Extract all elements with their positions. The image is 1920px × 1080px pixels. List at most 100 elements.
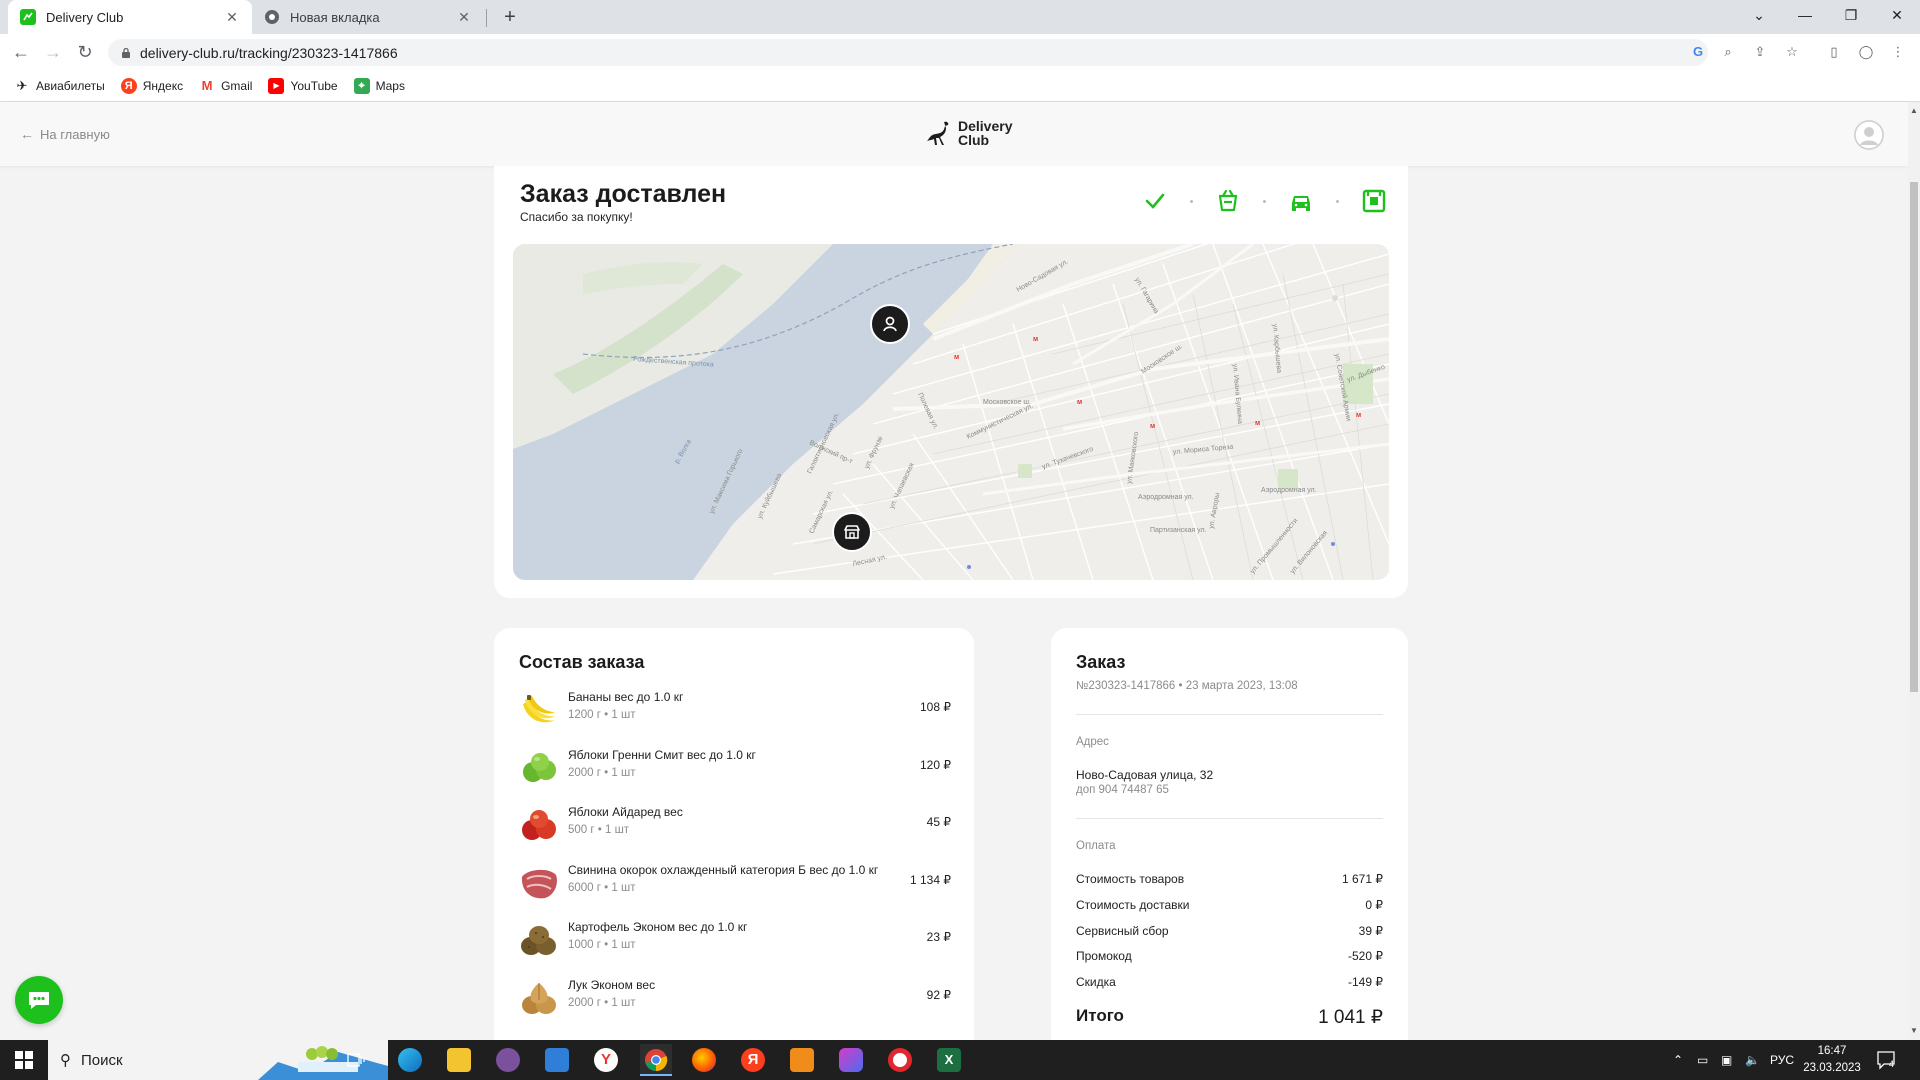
- edge-browser-icon[interactable]: [398, 1048, 422, 1072]
- office-app-icon[interactable]: [839, 1048, 863, 1072]
- input-language[interactable]: РУС: [1770, 1040, 1794, 1080]
- zoom-icon[interactable]: ⌕: [1718, 42, 1738, 62]
- bookmark-star-icon[interactable]: ☆: [1782, 42, 1802, 62]
- payment-row-value: 39 ₽: [1358, 924, 1383, 938]
- chrome-taskbar-button[interactable]: [640, 1044, 672, 1076]
- notification-count: 4: [1889, 1059, 1895, 1069]
- car-icon: [1286, 186, 1316, 216]
- firefox-icon[interactable]: [692, 1048, 716, 1072]
- share-icon[interactable]: ⇪: [1750, 42, 1770, 62]
- svg-text:Аэродромная ул.: Аэродромная ул.: [1261, 487, 1317, 494]
- item-price: 45 ₽: [926, 815, 951, 829]
- payment-row-value: -149 ₽: [1348, 975, 1383, 989]
- payment-row-value: -520 ₽: [1348, 949, 1383, 963]
- bookmark-aviabilety[interactable]: ✈ Авиабилеты: [14, 78, 105, 94]
- order-status-card: Заказ доставлен Спасибо за покупку! м м …: [494, 166, 1408, 598]
- sublime-like-app-icon[interactable]: [790, 1048, 814, 1072]
- item-meta: 2000 г • 1 шт: [568, 996, 636, 1009]
- opera-icon[interactable]: [888, 1048, 912, 1072]
- tray-display-icon[interactable]: ▣: [1721, 1040, 1732, 1080]
- delivery-address-extra: доп 904 74487 65: [1076, 784, 1169, 796]
- item-name: Свинина окорок охлажденный категория Б в…: [568, 862, 879, 877]
- notification-center-button[interactable]: 4: [1876, 1050, 1898, 1070]
- bookmark-label: Maps: [375, 78, 405, 93]
- step-separator: [1336, 199, 1339, 203]
- svg-text:Партизанская ул.: Партизанская ул.: [1150, 527, 1207, 534]
- taskbar-clock[interactable]: 16:47 23.03.2023: [1802, 1043, 1862, 1077]
- address-bar[interactable]: delivery-club.ru/tracking/230323-1417866: [108, 39, 1708, 66]
- delivery-club-favicon-icon: [20, 9, 36, 25]
- task-view-icon[interactable]: [346, 1050, 366, 1070]
- tab-close-icon[interactable]: ✕: [224, 9, 240, 25]
- forward-arrow-icon[interactable]: →: [40, 39, 66, 65]
- reload-icon[interactable]: ↻: [72, 39, 98, 65]
- list-item: Яблоки Гренни Смит вес до 1.0 кг 2000 г …: [519, 746, 951, 804]
- back-arrow-icon[interactable]: ←: [8, 39, 34, 65]
- svg-text:м: м: [1077, 399, 1082, 406]
- scroll-up-arrow-icon[interactable]: ▲: [1908, 104, 1920, 118]
- tab-new-tab[interactable]: Новая вкладка ✕: [252, 0, 484, 34]
- logo-line-2: Club: [958, 132, 990, 148]
- lock-icon: [122, 47, 130, 58]
- yandex-browser-icon[interactable]: Y: [594, 1048, 618, 1072]
- item-price: 108 ₽: [920, 700, 951, 714]
- store-location-pin-icon[interactable]: [832, 512, 872, 552]
- svg-text:Аэродромная ул.: Аэродромная ул.: [1138, 494, 1194, 501]
- bookmark-label: YouTube: [290, 78, 338, 93]
- item-price: 1 134 ₽: [910, 872, 951, 887]
- payment-row-discount: Скидка -149 ₽: [1076, 975, 1383, 989]
- payment-row-label: Стоимость товаров: [1076, 872, 1185, 886]
- customer-location-pin-icon[interactable]: [870, 304, 910, 344]
- yandex-icon[interactable]: Я: [741, 1048, 765, 1072]
- profile-icon[interactable]: ◯: [1856, 42, 1876, 62]
- excel-icon[interactable]: X: [937, 1048, 961, 1072]
- potato-icon: [521, 926, 556, 955]
- bookmark-youtube[interactable]: ▶ YouTube: [268, 77, 338, 94]
- order-total: Итого 1 041 ₽: [1076, 1006, 1383, 1028]
- basket-icon: [1213, 186, 1243, 216]
- taskbar-search-box[interactable]: ⚲ Поиск: [48, 1040, 388, 1080]
- scroll-down-arrow-icon[interactable]: ▼: [1908, 1024, 1920, 1038]
- support-chat-button[interactable]: [15, 976, 63, 1024]
- payment-row-label: Скидка: [1076, 975, 1116, 989]
- tab-close-icon[interactable]: ✕: [456, 9, 472, 25]
- file-explorer-icon[interactable]: [447, 1048, 471, 1072]
- item-meta: 6000 г • 1 шт: [568, 881, 636, 894]
- clock-time: 16:47: [1817, 1045, 1847, 1057]
- close-window-button[interactable]: ✕: [1874, 0, 1920, 30]
- item-name: Бананы вес до 1.0 кг: [568, 690, 684, 704]
- new-tab-button[interactable]: +: [498, 5, 522, 29]
- total-label: Итого: [1076, 1006, 1124, 1025]
- tab-search-chevron-icon[interactable]: ⌄: [1736, 0, 1782, 30]
- list-item: Яблоки Айдаред вес 500 г • 1 шт 45 ₽: [519, 803, 951, 861]
- divider: [1076, 818, 1383, 819]
- google-icon[interactable]: G: [1688, 42, 1708, 62]
- scrollbar-thumb[interactable]: [1910, 182, 1918, 692]
- tab-delivery-club[interactable]: Delivery Club ✕: [8, 0, 252, 34]
- viber-icon[interactable]: [496, 1048, 520, 1072]
- tracking-map[interactable]: ммм ммм Ново-Садовая ул. Московское ш. М…: [513, 244, 1389, 580]
- menu-kebab-icon[interactable]: ⋮: [1888, 42, 1908, 62]
- back-to-home-link[interactable]: ← На главную: [20, 126, 110, 142]
- tray-network-icon[interactable]: ▭: [1697, 1040, 1708, 1080]
- tab-strip: Delivery Club ✕ Новая вкладка ✕ + ⌄ — ❐ …: [0, 0, 1920, 34]
- side-panel-icon[interactable]: ▯: [1824, 42, 1844, 62]
- payment-row-delivery: Стоимость доставки 0 ₽: [1076, 898, 1383, 912]
- user-avatar[interactable]: [1854, 120, 1884, 150]
- bookmark-gmail[interactable]: M Gmail: [199, 77, 253, 94]
- windows-start-button[interactable]: [0, 1040, 48, 1080]
- mail-app-icon[interactable]: [545, 1048, 569, 1072]
- tray-volume-icon[interactable]: 🔈: [1745, 1040, 1760, 1080]
- gmail-icon: M: [201, 77, 213, 93]
- bookmark-yandex[interactable]: Я Яндекс: [120, 77, 183, 94]
- bookmark-maps[interactable]: ⌖ Maps: [353, 77, 405, 94]
- delivery-club-logo[interactable]: Delivery Club: [924, 118, 1012, 148]
- list-item: Картофель Эконом вес до 1.0 кг 1000 г • …: [519, 918, 951, 976]
- item-meta: 500 г • 1 шт: [568, 824, 630, 836]
- logo-line-1: Delivery: [958, 118, 1013, 134]
- restore-button[interactable]: ❐: [1828, 0, 1874, 30]
- minimize-button[interactable]: —: [1782, 0, 1828, 30]
- box-icon: [1359, 186, 1389, 216]
- item-price: 120 ₽: [920, 757, 951, 772]
- tray-chevron-icon[interactable]: ⌃: [1673, 1040, 1683, 1080]
